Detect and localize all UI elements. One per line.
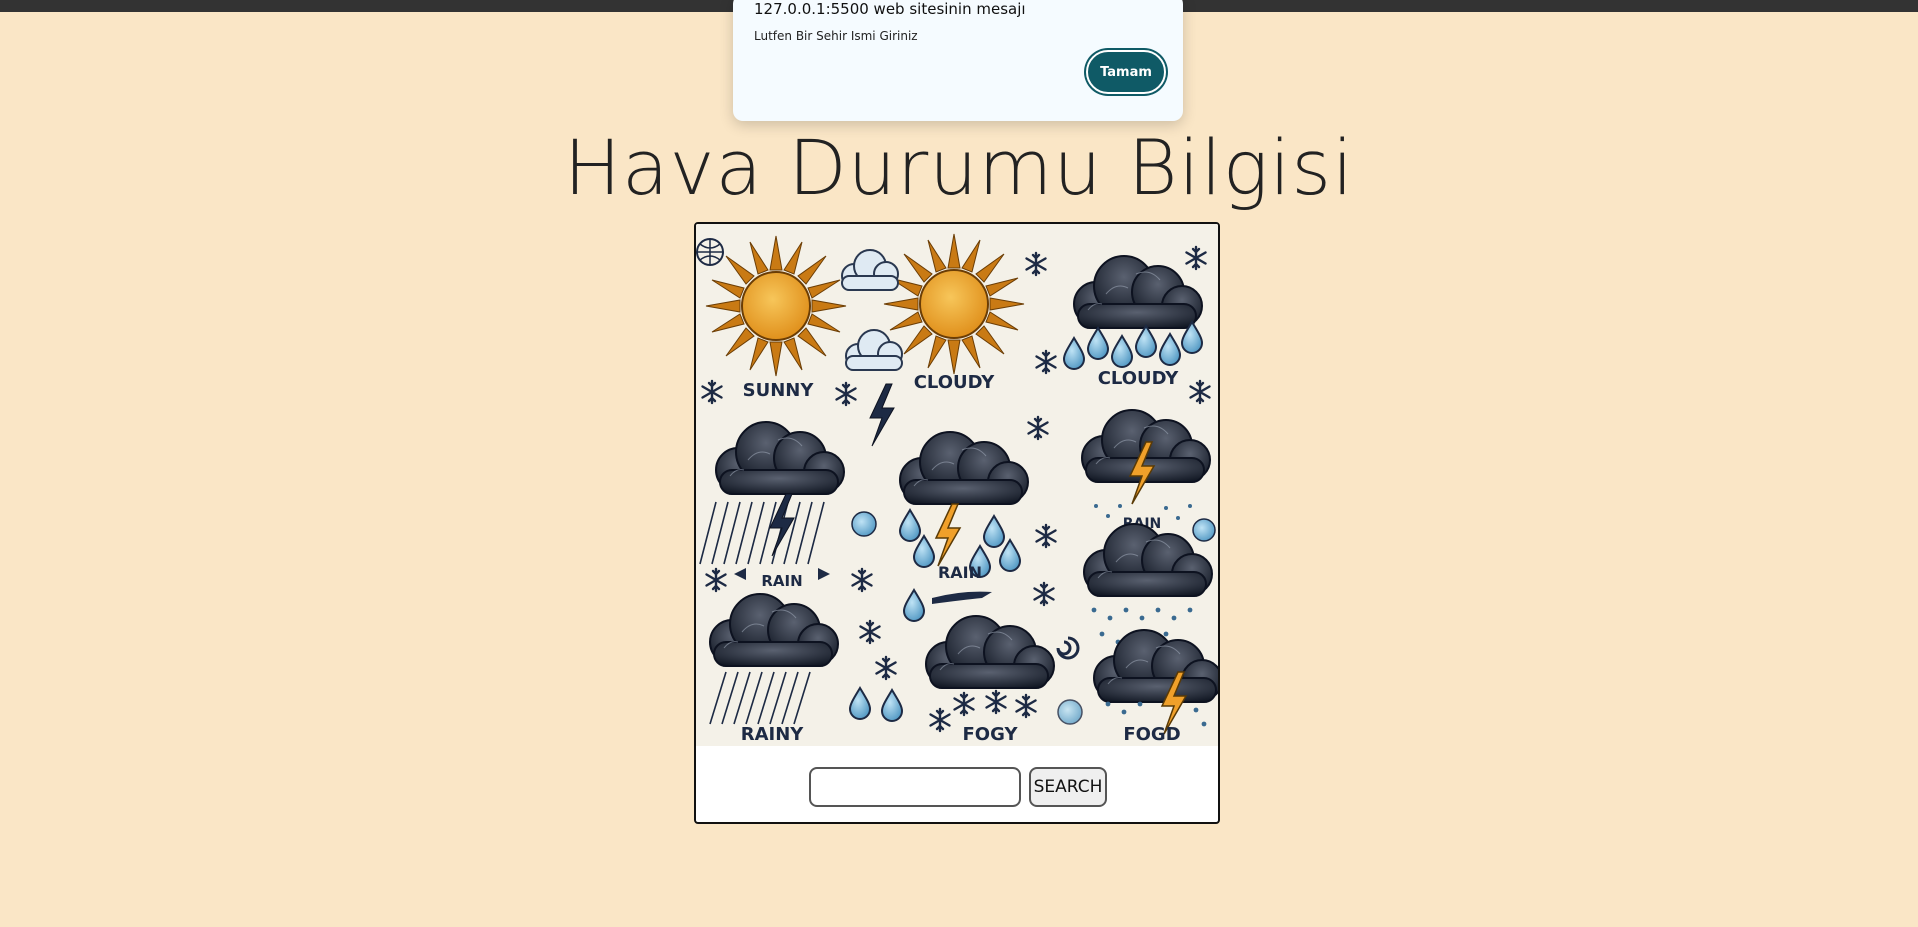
label-cloudy-1: CLOUDY xyxy=(914,372,996,393)
alert-dialog: 127.0.0.1:5500 web sitesinin mesajı Lutf… xyxy=(733,0,1183,121)
label-fogy: FOGY xyxy=(962,724,1018,745)
dialog-message: Lutfen Bir Sehir Ismi Giriniz xyxy=(754,29,918,43)
search-button[interactable]: SEARCH xyxy=(1029,767,1107,807)
label-rain-3: RAIN xyxy=(761,572,802,590)
label-cloudy-2: CLOUDY xyxy=(1098,368,1180,389)
city-search-input[interactable] xyxy=(809,767,1021,807)
dialog-ok-button[interactable]: Tamam xyxy=(1086,50,1166,94)
dialog-title: 127.0.0.1:5500 web sitesinin mesajı xyxy=(754,0,1026,18)
label-sunny: SUNNY xyxy=(743,380,815,401)
weather-illustration: SUNNY CLOUDY CLOUDY RAIN RAIN RAIN RAINY… xyxy=(696,224,1218,746)
label-fogd: FOGD xyxy=(1123,724,1180,745)
label-rain-1: RAIN xyxy=(938,563,982,582)
weather-card: SUNNY CLOUDY CLOUDY RAIN RAIN RAIN RAINY… xyxy=(694,222,1220,824)
page-title: Hava Durumu Bilgisi xyxy=(563,123,1355,212)
label-rainy: RAINY xyxy=(741,724,805,745)
